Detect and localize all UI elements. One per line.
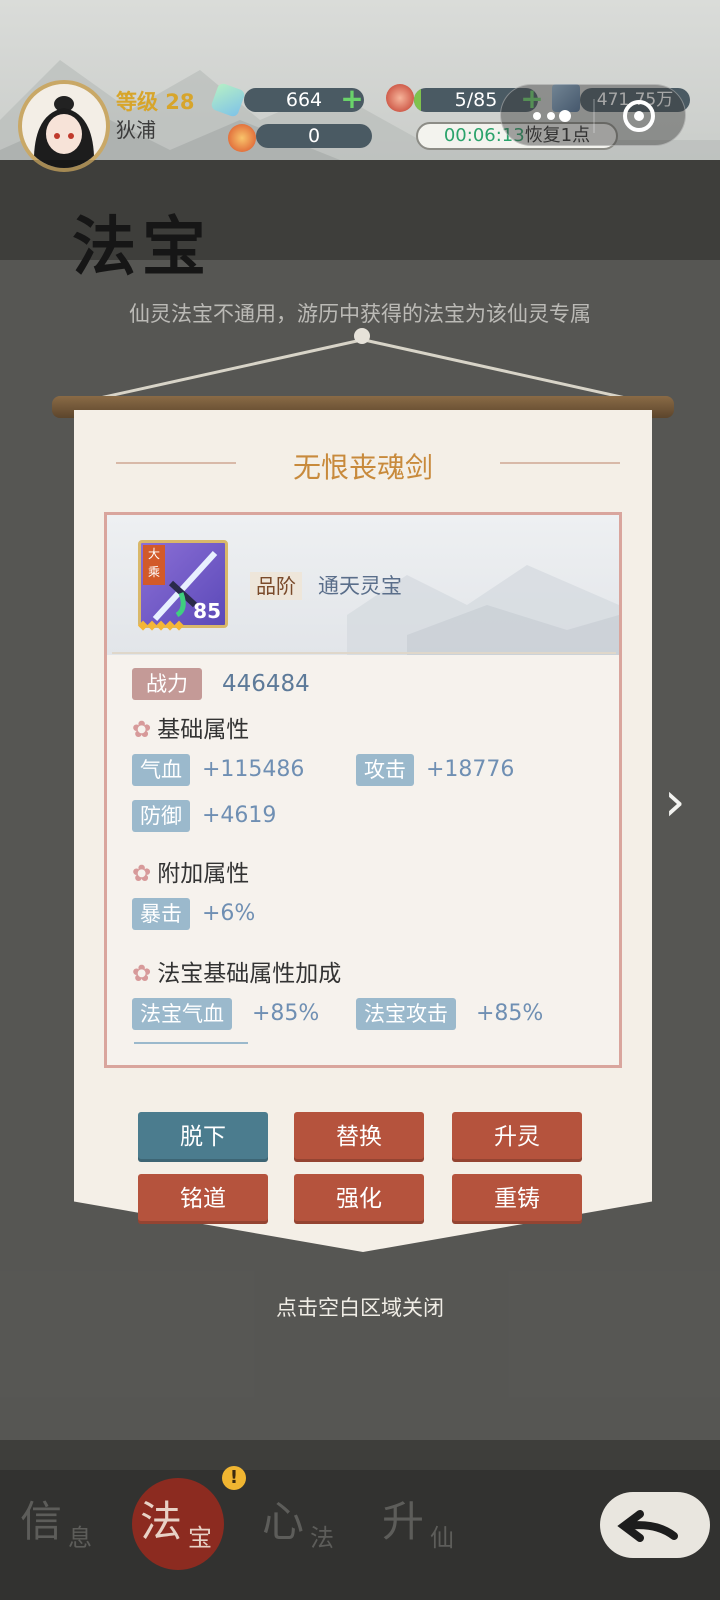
sword-item-icon[interactable]: 大乘 85	[138, 540, 228, 628]
tab-ascension[interactable]: 升 仙	[382, 1488, 472, 1568]
stat-label-defense: 防御	[132, 800, 190, 832]
ascend-button[interactable]: 升灵	[452, 1112, 582, 1162]
stat-value-hp: +115486	[202, 757, 305, 782]
player-name: 狄浦	[116, 118, 156, 142]
replace-button[interactable]: 替换	[294, 1112, 424, 1162]
bonus-attributes-heading: ✿ 法宝基础属性加成	[132, 961, 342, 987]
stamina-gourd-icon	[386, 84, 414, 112]
tab-treasure[interactable]: 法 宝	[140, 1488, 230, 1568]
stat-value-treasure-hp: +85%	[252, 1001, 320, 1026]
base-attributes-heading: ✿ 基础属性	[132, 717, 250, 743]
power-label: 战力	[132, 668, 202, 700]
back-arrow-icon	[617, 1510, 678, 1542]
back-button[interactable]	[600, 1492, 710, 1558]
orb-counter: 0	[256, 124, 372, 148]
item-star-rating: ◆◆◆◆◆	[138, 618, 184, 633]
player-avatar[interactable]	[18, 80, 110, 172]
fire-orb-icon	[228, 124, 256, 152]
stat-label-hp: 气血	[132, 754, 190, 786]
flower-icon: ✿	[132, 961, 152, 987]
flower-icon: ✿	[132, 861, 152, 887]
tab-skill[interactable]: 心 法	[262, 1488, 352, 1568]
stat-value-treasure-attack: +85%	[476, 1001, 544, 1026]
player-level: 等级 28	[116, 90, 195, 114]
stat-label-treasure-hp: 法宝气血	[132, 998, 232, 1030]
stat-value-crit: +6%	[202, 901, 256, 926]
stamina-fill	[414, 88, 422, 112]
unequip-button[interactable]: 脱下	[138, 1112, 268, 1162]
stat-value-defense: +4619	[202, 803, 277, 828]
realm-badge: 大乘	[143, 545, 165, 585]
grade-label: 品阶	[250, 572, 302, 600]
enhance-button[interactable]: 强化	[294, 1174, 424, 1224]
item-name-title: 无恨丧魂剑	[292, 451, 433, 484]
alert-badge-icon: !	[222, 1466, 246, 1490]
stat-label-treasure-attack: 法宝攻击	[356, 998, 456, 1030]
extra-attributes-heading: ✿ 附加属性	[132, 861, 250, 887]
scroll-hook	[354, 328, 370, 344]
mini-program-capsule[interactable]	[500, 84, 686, 146]
close-hint: 点击空白区域关闭	[276, 1296, 444, 1320]
stat-value-attack: +18776	[426, 757, 515, 782]
header-divider	[112, 652, 616, 654]
tab-info[interactable]: 信 息	[20, 1488, 110, 1568]
add-gem-button[interactable]: +	[340, 85, 364, 113]
inscribe-button[interactable]: 铭道	[138, 1174, 268, 1224]
flower-icon: ✿	[132, 717, 152, 743]
scroll-indicator	[134, 1042, 248, 1044]
stat-label-crit: 暴击	[132, 898, 190, 930]
next-arrow-icon[interactable]: ›	[664, 770, 686, 833]
reforge-button[interactable]: 重铸	[452, 1174, 582, 1224]
grade-value: 通天灵宝	[318, 574, 402, 598]
stat-label-attack: 攻击	[356, 754, 414, 786]
power-value: 446484	[222, 671, 310, 697]
